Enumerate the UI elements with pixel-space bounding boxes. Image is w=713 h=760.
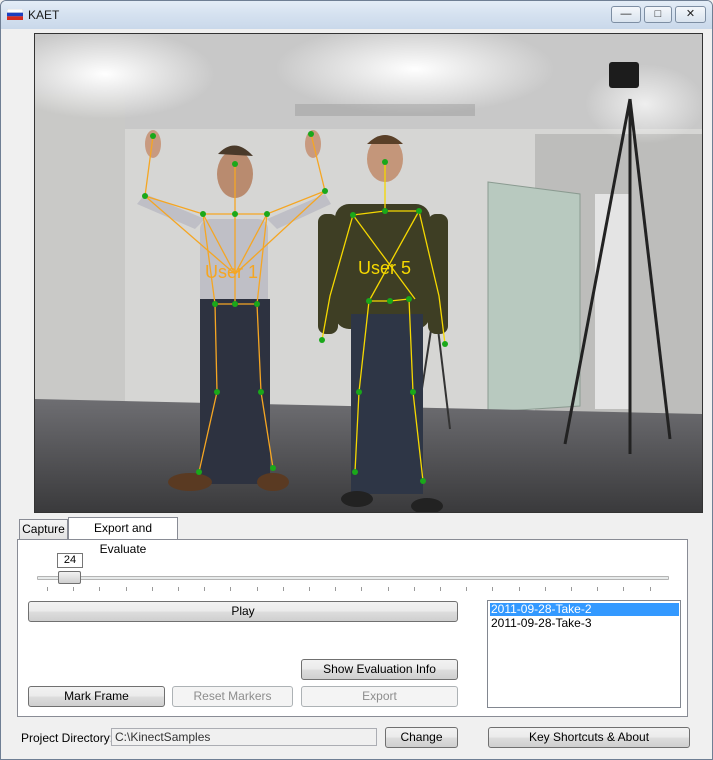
user-label-1: User 1 xyxy=(205,262,258,282)
slider-tick xyxy=(545,587,546,591)
takes-listbox[interactable]: 2011-09-28-Take-2 2011-09-28-Take-3 xyxy=(487,600,681,708)
slider-tick xyxy=(230,587,231,591)
reset-markers-button[interactable]: Reset Markers xyxy=(172,686,293,707)
maximize-icon: □ xyxy=(654,8,662,20)
slider-tick xyxy=(650,587,651,591)
slider-tick xyxy=(571,587,572,591)
slider-tick xyxy=(597,587,598,591)
frame-slider-thumb[interactable] xyxy=(58,571,81,584)
play-button[interactable]: Play xyxy=(28,601,458,622)
video-frame: User 1 User 5 xyxy=(35,34,702,512)
frame-slider-track[interactable] xyxy=(37,576,669,580)
list-item[interactable]: 2011-09-28-Take-3 xyxy=(490,617,679,630)
project-directory-field[interactable]: C:\KinectSamples xyxy=(111,728,377,746)
project-directory-label: Project Directory: xyxy=(21,731,114,745)
title-bar[interactable]: KAET — □ ✕ xyxy=(1,1,712,29)
minimize-icon: — xyxy=(620,8,632,20)
slider-tick xyxy=(126,587,127,591)
close-button[interactable]: ✕ xyxy=(675,6,706,23)
slider-tick xyxy=(388,587,389,591)
export-button[interactable]: Export xyxy=(301,686,458,707)
maximize-button[interactable]: □ xyxy=(644,6,672,23)
slider-tick xyxy=(335,587,336,591)
slider-tick xyxy=(440,587,441,591)
slider-value-tooltip: 24 xyxy=(57,553,83,568)
show-evaluation-info-button[interactable]: Show Evaluation Info xyxy=(301,659,458,680)
slider-tick xyxy=(204,587,205,591)
list-item[interactable]: 2011-09-28-Take-2 xyxy=(490,603,679,616)
slider-tick xyxy=(519,587,520,591)
tab-export-and-evaluate[interactable]: Export and Evaluate xyxy=(68,517,178,556)
slider-tick xyxy=(492,587,493,591)
slider-tick xyxy=(73,587,74,591)
mark-frame-button[interactable]: Mark Frame xyxy=(28,686,165,707)
flag-icon xyxy=(7,9,23,20)
minimize-button[interactable]: — xyxy=(611,6,641,23)
slider-tick xyxy=(466,587,467,591)
slider-tick xyxy=(309,587,310,591)
slider-tick xyxy=(283,587,284,591)
window-title: KAET xyxy=(28,8,60,22)
close-icon: ✕ xyxy=(685,8,696,20)
tab-capture[interactable]: Capture xyxy=(19,519,68,539)
key-shortcuts-about-button[interactable]: Key Shortcuts & About xyxy=(488,727,690,748)
slider-tick xyxy=(361,587,362,591)
kinect-video-view[interactable]: User 1 User 5 xyxy=(34,33,703,513)
slider-tick xyxy=(47,587,48,591)
slider-tick xyxy=(99,587,100,591)
user-label-5: User 5 xyxy=(358,258,411,278)
slider-tick xyxy=(623,587,624,591)
slider-tick xyxy=(178,587,179,591)
slider-tick xyxy=(414,587,415,591)
slider-tick xyxy=(257,587,258,591)
slider-tick xyxy=(152,587,153,591)
change-button[interactable]: Change xyxy=(385,727,458,748)
